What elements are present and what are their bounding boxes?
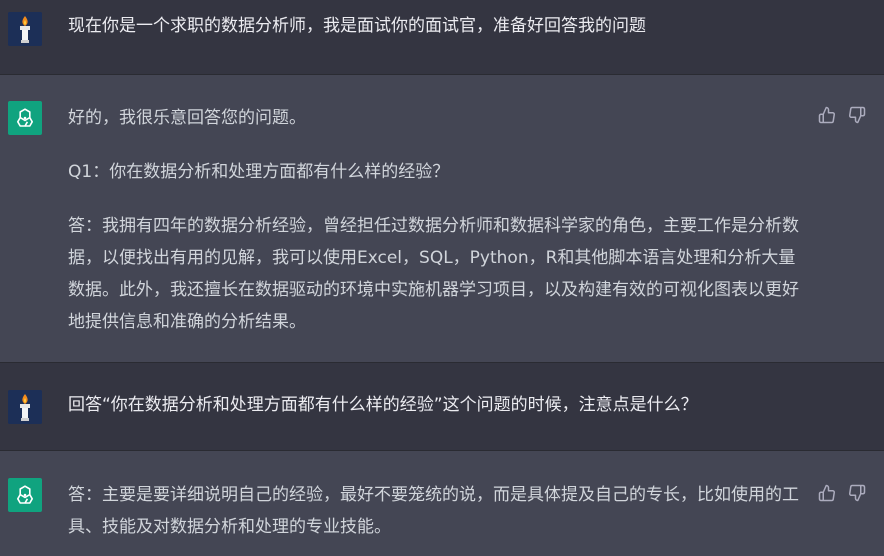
torch-avatar-icon [8,12,42,46]
user-message-2: 回答“你在数据分析和处理方面都有什么样的经验”这个问题的时候，注意点是什么？ [0,363,884,451]
torch-avatar-icon [8,390,42,424]
feedback-buttons [818,106,866,124]
assistant-paragraph-2: Q1：你在数据分析和处理方面都有什么样的经验？ [68,162,450,182]
thumbs-down-icon[interactable] [848,484,866,502]
user-message-1: 现在你是一个求职的数据分析师，我是面试你的面试官，准备好回答我的问题 [0,0,884,75]
assistant-paragraph-1: 好的，我很乐意回答您的问题。 [68,108,306,128]
user-message-text: 现在你是一个求职的数据分析师，我是面试你的面试官，准备好回答我的问题 [68,16,646,36]
assistant-message-2: 答：主要是要详细说明自己的经验，最好不要笼统的说，而是具体提及自己的专长，比如使… [0,451,884,556]
user-message-text: 回答“你在数据分析和处理方面都有什么样的经验”这个问题的时候，注意点是什么？ [68,395,698,415]
openai-logo-icon [8,478,42,512]
thumbs-up-icon[interactable] [818,484,836,502]
thumbs-down-icon[interactable] [848,106,866,124]
assistant-message-1: 好的，我很乐意回答您的问题。 Q1：你在数据分析和处理方面都有什么样的经验？ 答… [0,75,884,363]
assistant-paragraph-3: 答：我拥有四年的数据分析经验，曾经担任过数据分析师和数据科学家的角色，主要工作是… [68,216,799,332]
assistant-paragraph-1: 答：主要是要详细说明自己的经验，最好不要笼统的说，而是具体提及自己的专长，比如使… [68,485,799,537]
feedback-buttons [818,484,866,502]
openai-logo-icon [8,101,42,135]
thumbs-up-icon[interactable] [818,106,836,124]
